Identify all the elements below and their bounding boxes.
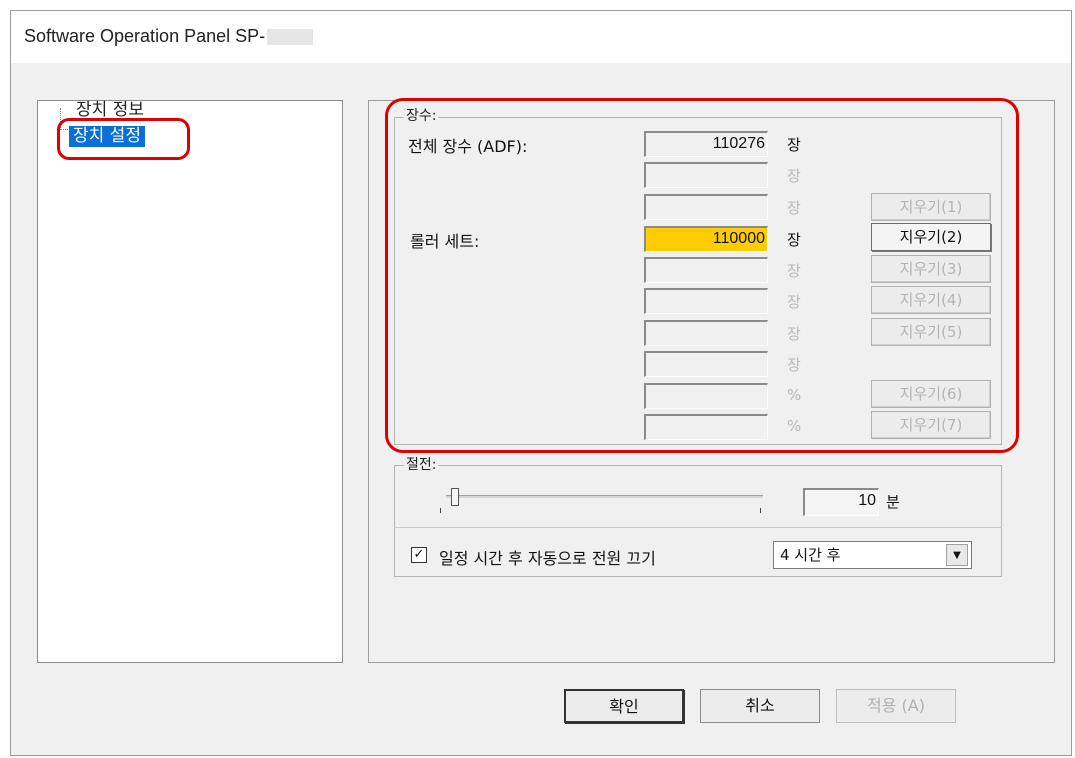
model-redaction [267,29,314,46]
power-saving-minutes-field[interactable]: 10 [803,488,879,516]
auto-power-off-label: 일정 시간 후 자동으로 전원 끄기 [439,549,656,568]
power-saving-slider[interactable] [446,495,763,498]
chevron-down-icon[interactable]: ▼ [946,544,968,566]
ok-button[interactable]: 확인 [564,689,684,723]
apply-button[interactable]: 적용 (A) [836,689,956,723]
window-title: Software Operation Panel SP- [24,26,314,47]
cancel-button[interactable]: 취소 [700,689,820,723]
group-divider [394,527,1002,528]
auto-power-off-checkbox[interactable]: ✓ [411,547,427,563]
slider-tick [440,508,441,513]
power-saving-slider-thumb[interactable] [451,488,459,506]
tree-item-device-info[interactable]: 장치 정보 [76,101,144,119]
power-saving-group-label: 절전: [404,457,439,473]
highlight-tree-selection [57,118,190,160]
settings-tree [37,100,343,663]
minutes-unit: 분 [886,493,900,511]
highlight-counter-group [385,98,1019,453]
slider-tick [760,508,761,513]
auto-power-off-select[interactable]: 4 시간 후 [773,541,972,569]
window-title-text: Software Operation Panel SP- [24,26,266,46]
